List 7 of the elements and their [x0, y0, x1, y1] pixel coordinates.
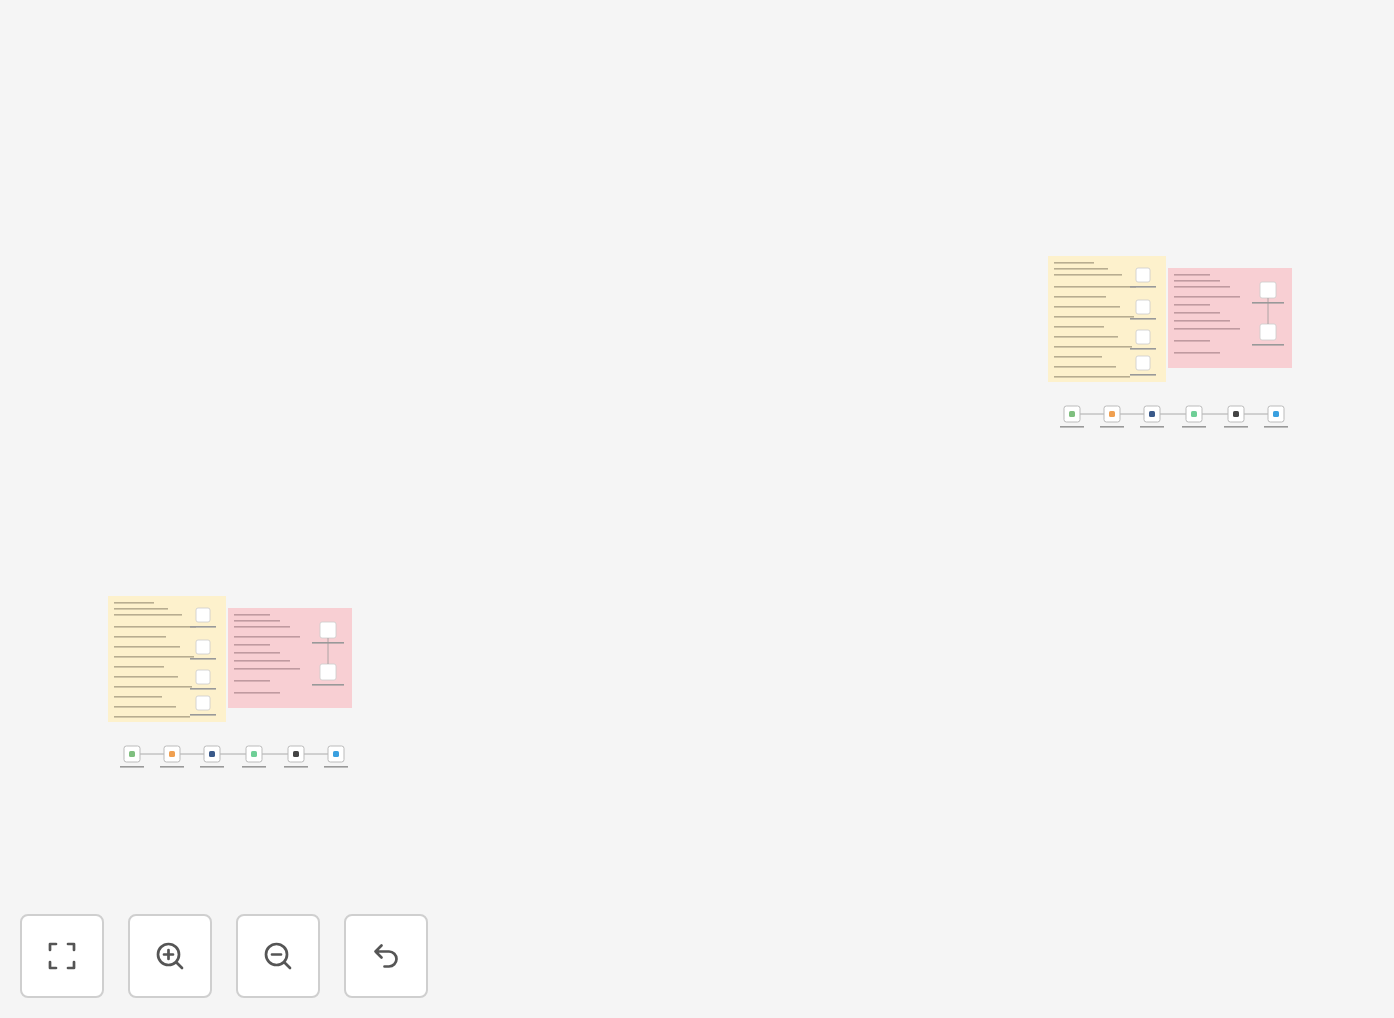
- fit-view-icon: [44, 938, 80, 974]
- undo-icon: [368, 938, 404, 974]
- zoom-out-icon: [260, 938, 296, 974]
- zoom-in-button[interactable]: [128, 914, 212, 998]
- zoom-in-icon: [152, 938, 188, 974]
- undo-button[interactable]: [344, 914, 428, 998]
- zoom-out-button[interactable]: [236, 914, 320, 998]
